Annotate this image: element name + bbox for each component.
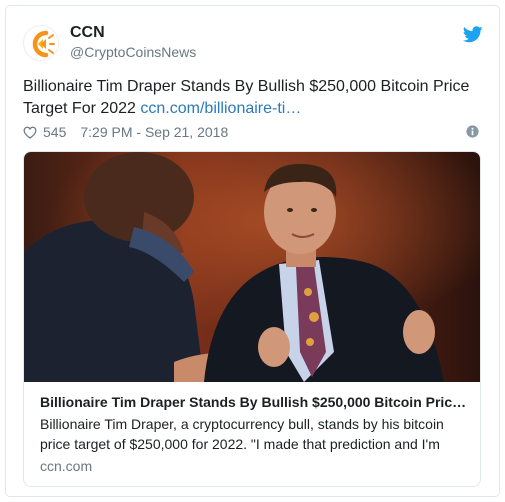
- ccn-logo-icon[interactable]: [23, 25, 59, 61]
- tweet-timestamp[interactable]: 7:29 PM - Sep 21, 2018: [80, 124, 228, 140]
- card-domain[interactable]: ccn.com: [40, 458, 92, 474]
- card-title[interactable]: Billionaire Tim Draper Stands By Bullish…: [40, 394, 468, 410]
- tweet-text: Billionaire Tim Draper Stands By Bullish…: [23, 76, 493, 120]
- card-photo[interactable]: [24, 152, 480, 382]
- heart-icon[interactable]: [23, 126, 37, 139]
- account-name[interactable]: CCN: [70, 24, 105, 42]
- like-count[interactable]: 545: [43, 124, 66, 140]
- tweet-link[interactable]: ccn.com/billionaire-ti…: [140, 100, 301, 117]
- embedded-tweet: CCN @CryptoCoinsNews Billionaire Tim Dra…: [5, 5, 500, 497]
- info-icon[interactable]: [466, 125, 479, 138]
- twitter-bird-icon[interactable]: [463, 26, 483, 43]
- conference-photo-image: [24, 152, 480, 382]
- tweet-meta: 545 7:29 PM - Sep 21, 2018: [23, 123, 228, 141]
- account-handle[interactable]: @CryptoCoinsNews: [70, 44, 196, 60]
- link-card[interactable]: Billionaire Tim Draper Stands By Bullish…: [23, 151, 481, 487]
- card-description: Billionaire Tim Draper, a cryptocurrency…: [40, 416, 444, 452]
